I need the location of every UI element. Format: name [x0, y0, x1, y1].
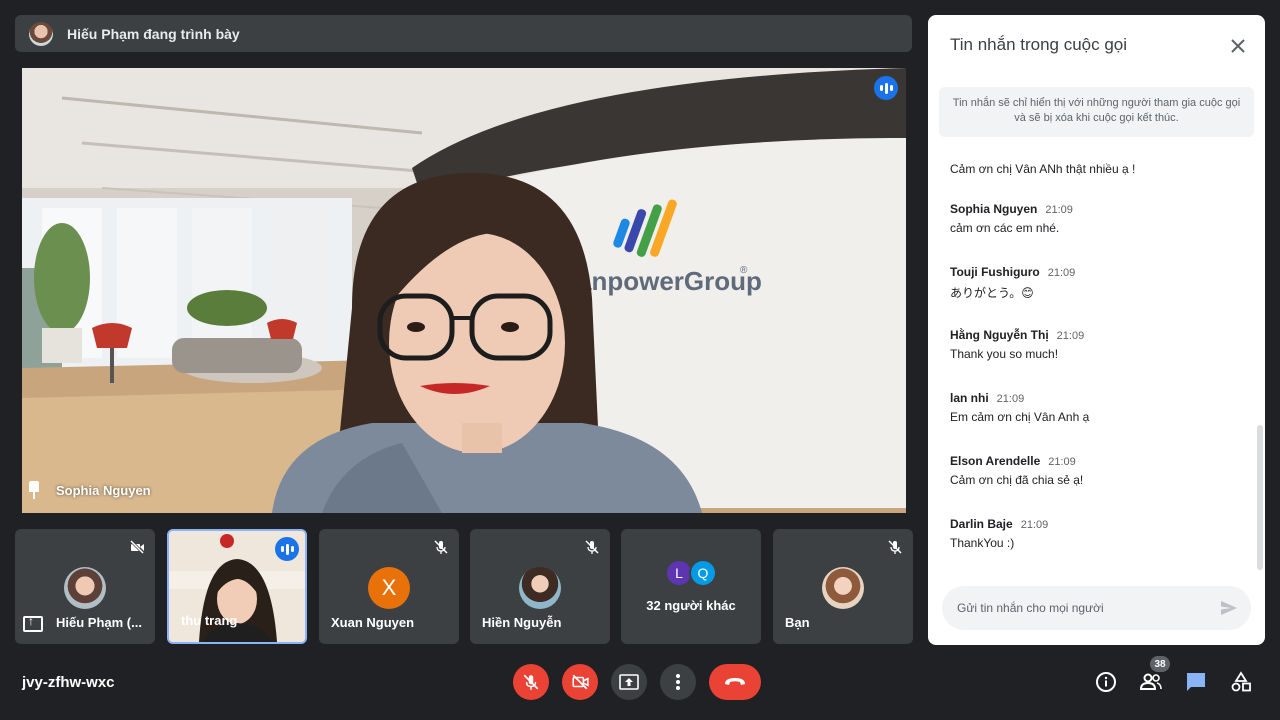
camera-toggle-button[interactable] — [562, 664, 598, 700]
chat-message: Hằng Nguyễn Thị 21:09 Thank you so much! — [950, 328, 1084, 361]
mic-off-icon — [434, 540, 448, 554]
message-time: 21:09 — [996, 393, 1025, 405]
present-to-all-icon — [619, 674, 639, 690]
chat-scrollbar[interactable] — [1257, 425, 1263, 570]
participant-name: Bạn — [785, 615, 810, 630]
message-sender: Elson Arendelle — [950, 454, 1041, 468]
others-tile[interactable]: L Q 32 người khác — [621, 529, 761, 644]
participant-tile[interactable]: Hiền Nguyễn — [470, 529, 610, 644]
mic-off-icon — [523, 674, 539, 690]
mic-off-icon — [585, 540, 599, 554]
participant-name: Hiền Nguyễn — [482, 615, 562, 630]
chat-message: lan nhi 21:09 Em cảm ơn chị Vân Anh ạ — [950, 391, 1089, 424]
participant-tile[interactable]: Hiếu Phạm (... — [15, 529, 155, 644]
activities-icon — [1231, 671, 1251, 692]
people-icon — [1139, 673, 1162, 690]
participant-name: Hiếu Phạm (... — [56, 615, 142, 630]
mic-off-icon — [888, 540, 902, 554]
more-vert-icon — [676, 674, 680, 690]
message-sender: Touji Fushiguro — [950, 265, 1040, 279]
presenter-avatar — [29, 21, 53, 46]
avatar — [519, 567, 561, 609]
chat-message: Sophia Nguyen 21:09 cảm ơn các em nhé. — [950, 202, 1073, 235]
chat-button[interactable] — [1184, 670, 1208, 694]
send-icon[interactable] — [1219, 598, 1239, 618]
avatar — [822, 567, 864, 609]
mic-toggle-button[interactable] — [513, 664, 549, 700]
chat-message: Cảm ơn chị Vân ANh thật nhiều ạ ! — [950, 157, 1135, 176]
meeting-code: jvy-zfhw-wxc — [22, 674, 115, 691]
message-time: 21:09 — [1056, 330, 1085, 342]
message-sender: Darlin Baje — [950, 517, 1013, 531]
message-time: 21:09 — [1020, 519, 1049, 531]
message-time: 21:09 — [1048, 456, 1076, 468]
message-sender: Sophia Nguyen — [950, 202, 1038, 216]
chat-messages: Cảm ơn chị Vân ANh thật nhiều ạ ! Sophia… — [928, 141, 1265, 571]
speaking-indicator-icon — [275, 537, 299, 561]
videocam-off-icon — [572, 674, 589, 690]
chat-message: Touji Fushiguro 21:09 ありがとう。😊 — [950, 265, 1075, 301]
message-text: Em cảm ơn chị Vân Anh ạ — [950, 410, 1090, 424]
people-count-badge: 38 — [1150, 656, 1170, 672]
meeting-details-button[interactable] — [1094, 670, 1118, 694]
avatar: X — [368, 567, 410, 609]
message-text: Cảm ơn chị đã chia sẻ ạ! — [950, 473, 1084, 487]
more-options-button[interactable] — [660, 664, 696, 700]
participant-name: thu trang — [181, 613, 238, 628]
chat-input-box[interactable] — [942, 586, 1251, 630]
chat-icon — [1187, 673, 1205, 691]
leave-call-button[interactable] — [709, 664, 761, 700]
avatar — [64, 567, 106, 609]
message-sender: lan nhi — [950, 391, 989, 405]
chat-message: Elson Arendelle 21:09 Cảm ơn chị đã chia … — [950, 454, 1083, 487]
main-video-tile[interactable]: anpowerGroup ® Sophia Nguyen — [22, 68, 906, 513]
participant-strip: Hiếu Phạm (... thu trang X Xuan Nguyen H… — [15, 529, 913, 644]
present-to-all-icon — [23, 614, 43, 632]
close-icon[interactable] — [1229, 37, 1247, 55]
message-text: cảm ơn các em nhé. — [950, 221, 1060, 235]
participant-tile[interactable]: thu trang — [167, 529, 307, 644]
call-end-icon — [725, 678, 745, 685]
chat-notice: Tin nhắn sẽ chỉ hiển thị với những người… — [939, 87, 1254, 137]
activities-button[interactable] — [1229, 670, 1253, 694]
info-icon — [1096, 672, 1116, 692]
chat-panel: Tin nhắn trong cuộc gọi Tin nhắn sẽ chỉ … — [928, 15, 1265, 645]
participant-name: Xuan Nguyen — [331, 615, 415, 630]
present-now-button[interactable] — [611, 664, 647, 700]
others-avatars: L Q — [665, 559, 717, 587]
logo-sign: anpowerGroup — [577, 266, 762, 296]
message-text: ThankYou :) — [950, 536, 1015, 550]
message-sender: Hằng Nguyễn Thị — [950, 328, 1049, 342]
message-text: Thank you so much! — [950, 347, 1059, 361]
message-text: Cảm ơn chị Vân ANh thật nhiều ạ ! — [950, 162, 1136, 176]
presenting-text: Hiếu Phạm đang trình bày — [67, 25, 240, 42]
chat-message-input[interactable] — [957, 601, 1207, 615]
pin-icon[interactable] — [28, 481, 40, 499]
message-time: 21:09 — [1045, 204, 1073, 216]
self-tile[interactable]: Bạn — [773, 529, 913, 644]
main-speaker-name: Sophia Nguyen — [56, 482, 151, 498]
chat-message: Darlin Baje 21:09 ThankYou :) — [950, 517, 1048, 550]
others-count-label: 32 người khác — [646, 598, 736, 613]
show-everyone-button[interactable] — [1139, 670, 1163, 694]
presenting-banner: Hiếu Phạm đang trình bày — [15, 15, 912, 52]
message-text: ありがとう。😊 — [950, 286, 1034, 300]
speaking-indicator-icon — [874, 76, 898, 100]
logo-sign-mark: ® — [740, 265, 748, 276]
video-feed: anpowerGroup ® — [22, 68, 906, 513]
participant-tile[interactable]: X Xuan Nguyen — [319, 529, 459, 644]
hide-video-icon[interactable] — [129, 539, 145, 555]
message-time: 21:09 — [1047, 267, 1076, 279]
avatar: Q — [689, 559, 717, 587]
chat-title: Tin nhắn trong cuộc gọi — [950, 35, 1128, 54]
